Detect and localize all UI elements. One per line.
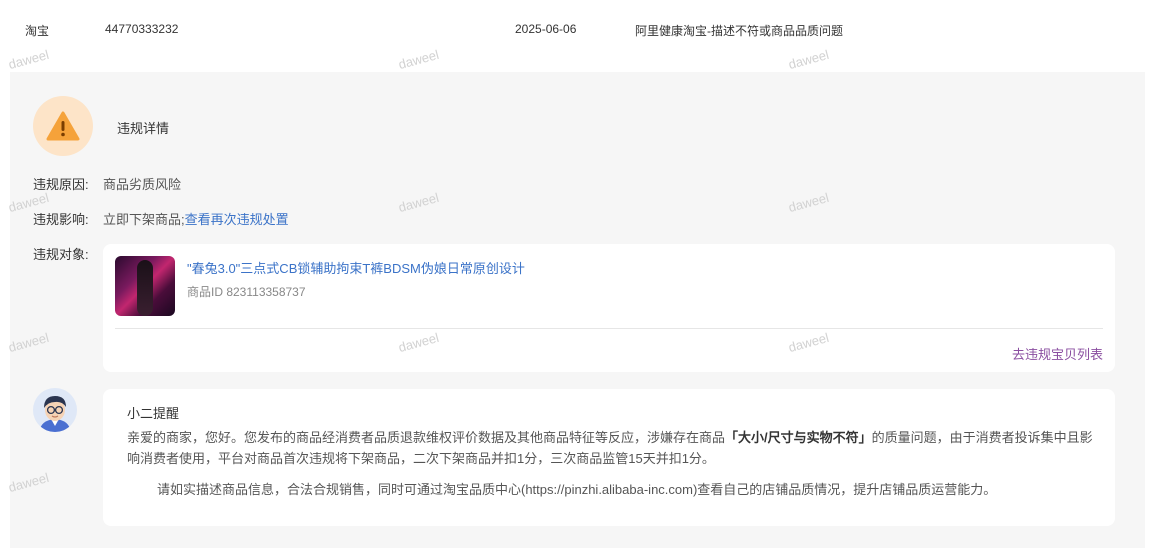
violation-detail-panel: 违规详情 违规原因: 商品劣质风险 违规影响: 立即下架商品;查看再次违规处置 …: [10, 72, 1145, 548]
record-source: 阿里健康淘宝-描述不符或商品品质问题: [635, 24, 843, 38]
reminder-paragraph-2: 请如实描述商品信息，合法合规销售，同时可通过淘宝品质中心(https://pin…: [157, 482, 997, 497]
reminder-card: 小二提醒 亲爱的商家，您好。您发布的商品经消费者品质退款维权评价数据及其他商品特…: [103, 389, 1115, 526]
product-card: "春兔3.0"三点式CB锁辅助拘束T裤BDSM伪娘日常原创设计 商品ID 823…: [103, 244, 1115, 372]
violation-items-list-link[interactable]: 去违规宝贝列表: [1012, 344, 1103, 363]
reminder-body: 亲爱的商家，您好。您发布的商品经消费者品质退款维权评价数据及其他商品特征等反应，…: [127, 427, 1099, 500]
record-platform: 淘宝: [25, 24, 50, 38]
issue-type-highlight: 「大小/尺寸与实物不符」: [725, 430, 872, 445]
product-thumbnail[interactable]: [115, 256, 175, 316]
impact-label: 违规影响:: [33, 212, 89, 227]
impact-value-row: 立即下架商品;查看再次违规处置: [103, 209, 289, 228]
record-id: 44770333232: [105, 22, 179, 36]
reminder-paragraph-1: 亲爱的商家，您好。您发布的商品经消费者品质退款维权评价数据及其他商品特征等反应，…: [127, 430, 1093, 466]
product-name-link[interactable]: "春兔3.0"三点式CB锁辅助拘束T裤BDSM伪娘日常原创设计: [187, 258, 525, 277]
view-repeat-penalty-link[interactable]: 查看再次违规处置: [185, 212, 289, 227]
warning-icon: [33, 96, 93, 156]
reminder-title: 小二提醒: [127, 406, 180, 421]
reason-value: 商品劣质风险: [103, 177, 182, 192]
assistant-avatar-icon: [33, 388, 77, 432]
target-label: 违规对象:: [33, 247, 89, 262]
product-id: 商品ID 823113358737: [187, 285, 306, 299]
card-divider: [115, 328, 1103, 329]
record-date: 2025-06-06: [515, 22, 577, 36]
violation-detail-title: 违规详情: [117, 121, 170, 136]
impact-value: 立即下架商品;: [103, 212, 185, 227]
record-row: 淘宝 44770333232 2025-06-06 阿里健康淘宝-描述不符或商品…: [0, 0, 1157, 60]
